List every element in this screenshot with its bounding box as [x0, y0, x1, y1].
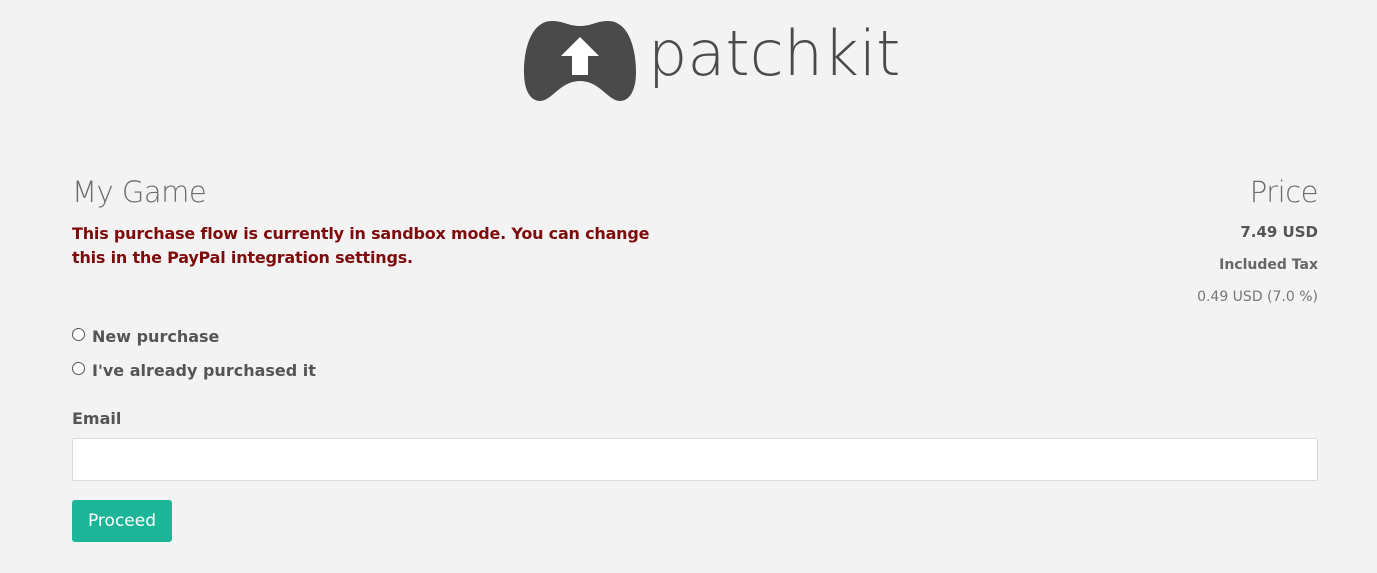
patchkit-logo: patchkit: [522, 14, 900, 104]
proceed-button[interactable]: Proceed: [72, 500, 172, 542]
email-field[interactable]: [72, 438, 1318, 481]
tax-label: Included Tax: [1219, 257, 1318, 273]
already-purchased-option[interactable]: I've already purchased it: [72, 361, 316, 380]
new-purchase-label: New purchase: [92, 327, 220, 346]
email-label: Email: [72, 409, 122, 428]
price-amount: 7.49 USD: [1240, 223, 1318, 241]
brand-name: patchkit: [648, 17, 901, 90]
already-purchased-radio[interactable]: [72, 362, 85, 375]
already-purchased-label: I've already purchased it: [92, 361, 316, 380]
new-purchase-option[interactable]: New purchase: [72, 327, 219, 346]
tax-value: 0.49 USD (7.0 %): [1197, 289, 1318, 305]
price-heading: Price: [1249, 175, 1319, 209]
gamepad-upload-arrow-icon: [524, 21, 636, 101]
page-title: My Game: [72, 175, 207, 209]
new-purchase-radio[interactable]: [72, 328, 85, 341]
sandbox-notice: This purchase flow is currently in sandb…: [72, 224, 650, 267]
